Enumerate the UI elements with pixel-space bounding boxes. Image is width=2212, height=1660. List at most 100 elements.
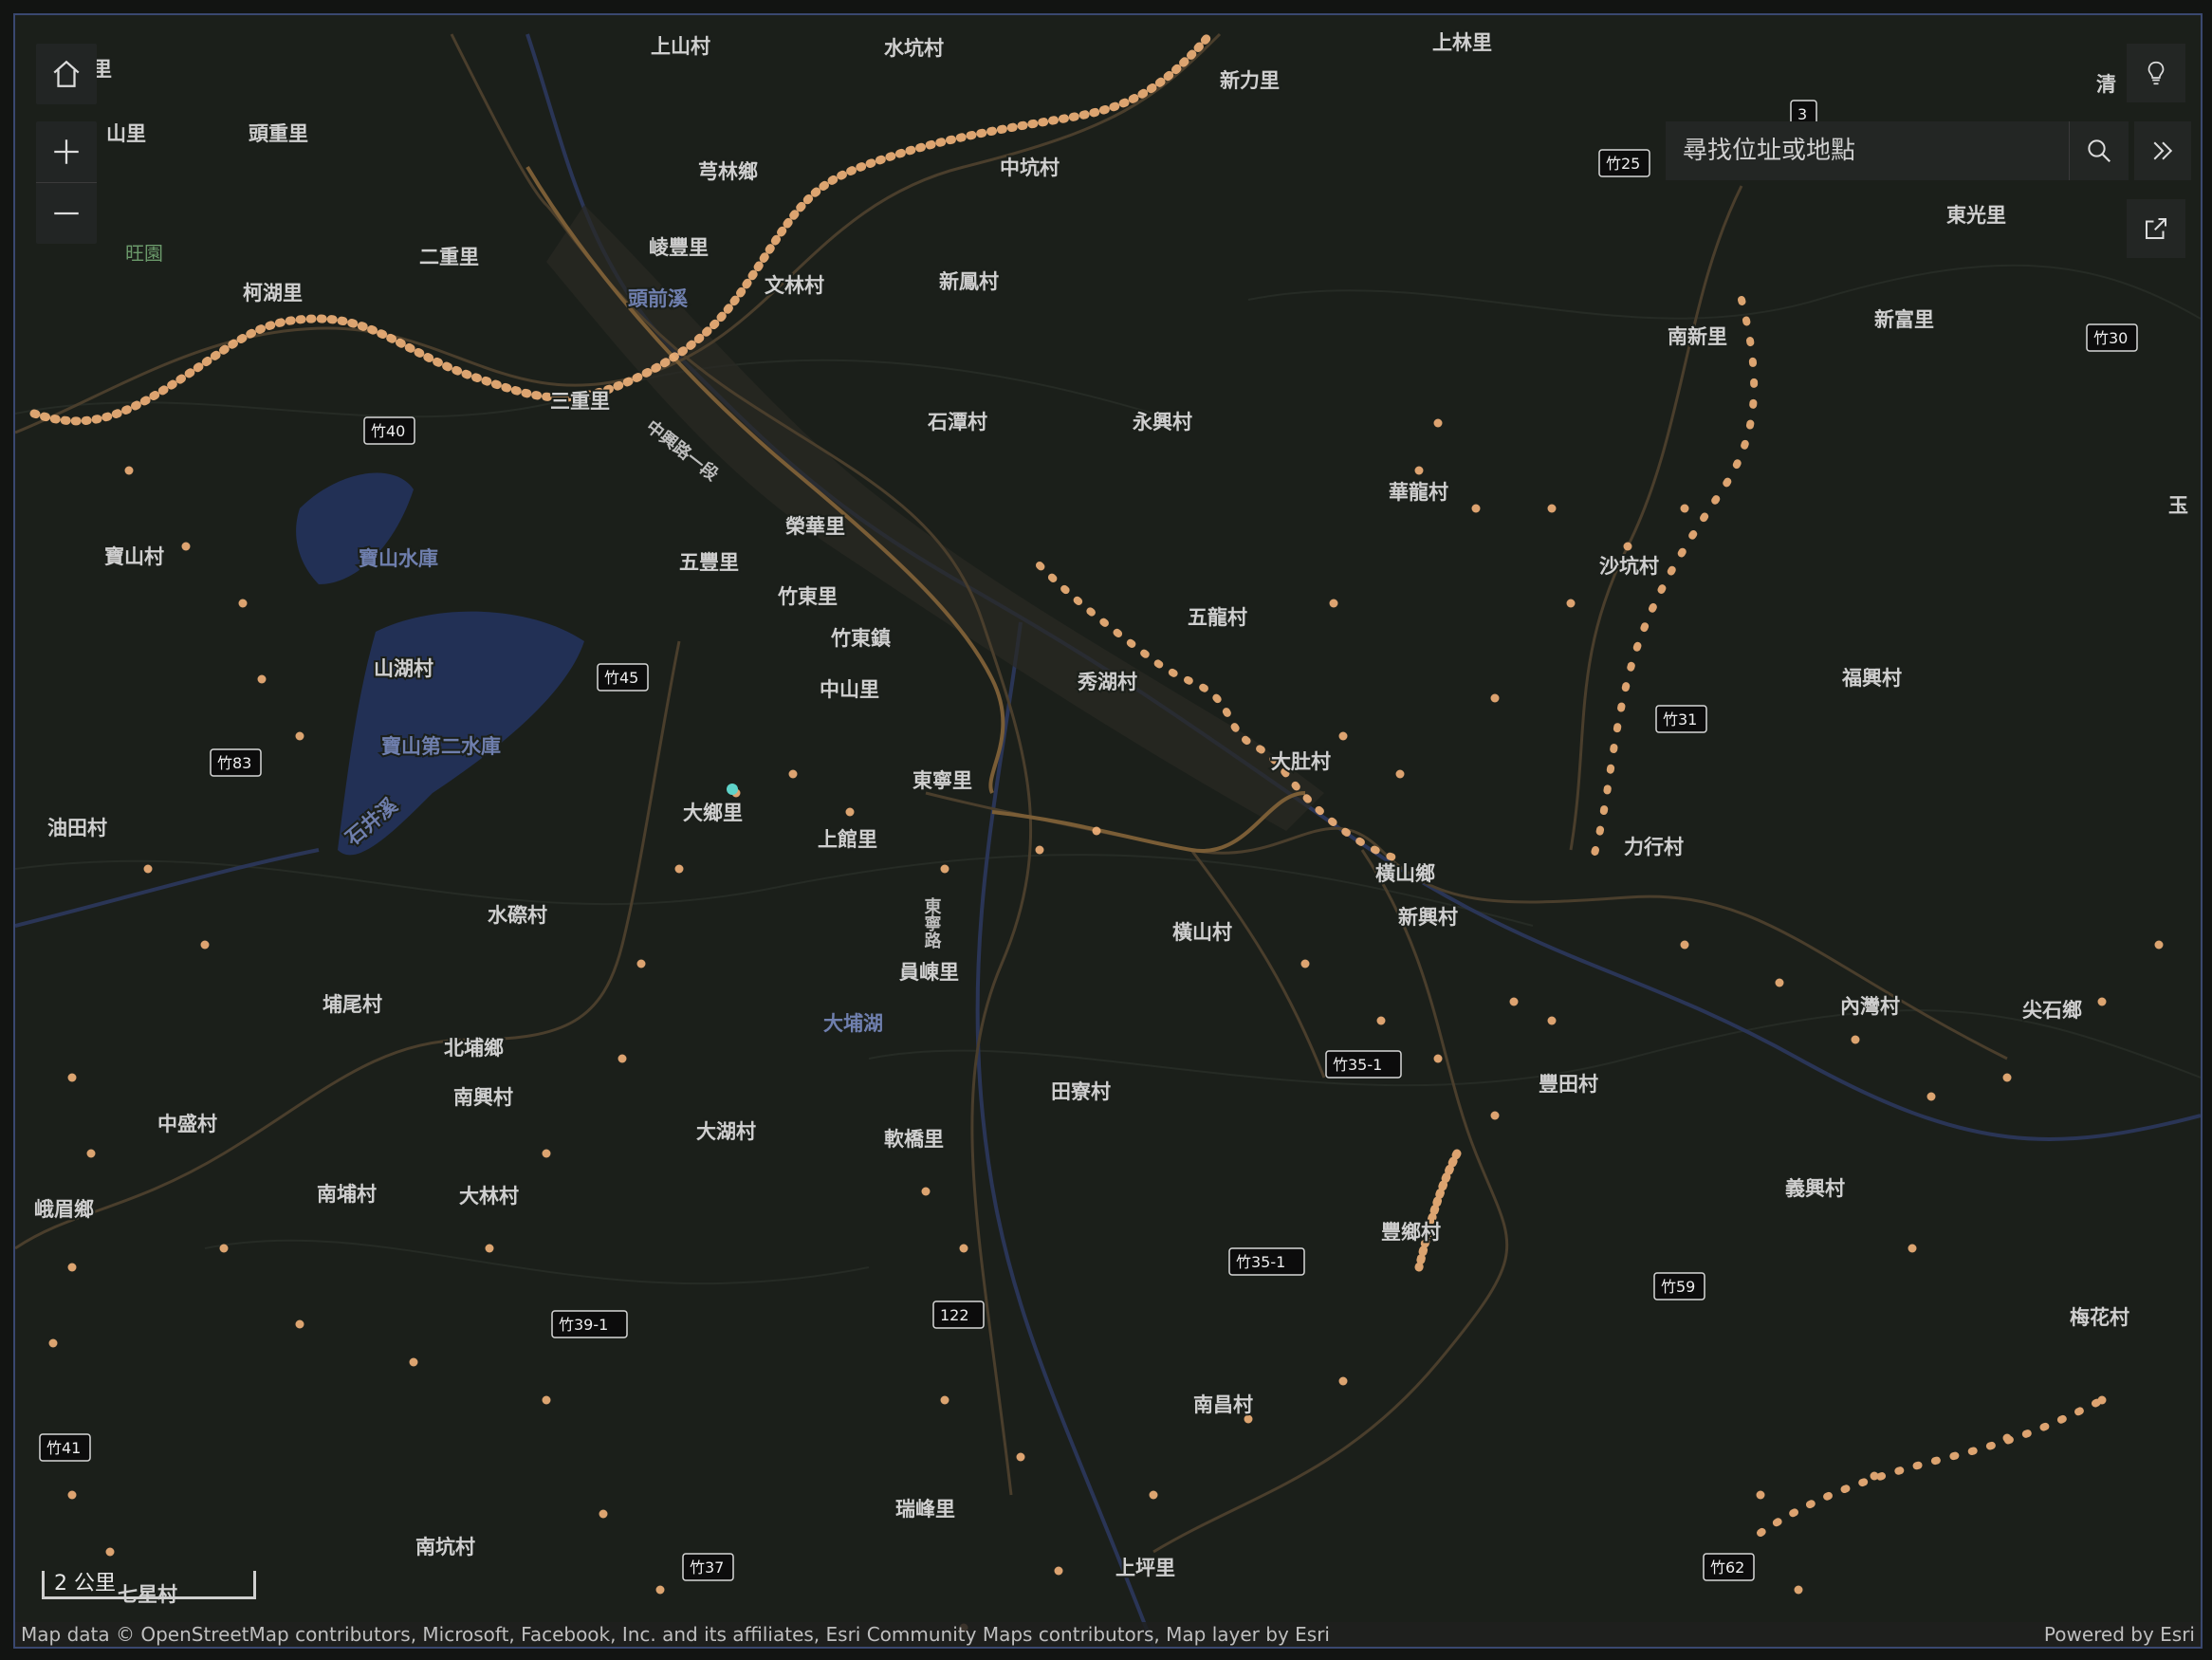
route-shield: 122 bbox=[932, 1300, 985, 1329]
home-button[interactable] bbox=[36, 44, 97, 104]
route-shield: 竹40 bbox=[363, 416, 415, 445]
data-point[interactable] bbox=[1035, 845, 1044, 855]
map-view[interactable]: 上山村 水坑村 新力里 上林里 頭重里 芎林鄉 中坑村 二重里 東光里 柯湖里 崚豐里 文林村 新鳳村新… bbox=[13, 13, 2203, 1649]
data-point[interactable] bbox=[124, 466, 134, 475]
data-point[interactable] bbox=[1490, 693, 1500, 703]
search-button[interactable] bbox=[2069, 121, 2129, 180]
data-point[interactable] bbox=[1851, 1035, 1860, 1044]
data-point[interactable] bbox=[295, 731, 304, 741]
zoom-out-button[interactable] bbox=[36, 183, 97, 244]
place-label: 崚豐里 bbox=[649, 236, 709, 259]
place-label: 華龍村 bbox=[1389, 481, 1448, 504]
data-point[interactable] bbox=[67, 1073, 77, 1082]
place-label: 南新里 bbox=[1668, 325, 1727, 348]
data-point[interactable] bbox=[257, 674, 267, 684]
data-point[interactable] bbox=[86, 1149, 96, 1158]
data-point[interactable] bbox=[940, 1395, 949, 1405]
zoom-in-button[interactable] bbox=[36, 121, 97, 182]
data-point[interactable] bbox=[1300, 959, 1310, 968]
attribution-text: Map data © OpenStreetMap contributors, M… bbox=[21, 1623, 1330, 1646]
data-point[interactable] bbox=[655, 1585, 665, 1595]
data-point[interactable] bbox=[674, 864, 684, 874]
data-point[interactable] bbox=[542, 1149, 551, 1158]
data-point[interactable] bbox=[1376, 1016, 1386, 1025]
basemap[interactable]: 上山村 水坑村新力里 上林里頭重里芎林鄉 中坑村二重里 東光里柯湖里 崚豐里文林村 新鳳村新… bbox=[15, 15, 2201, 1647]
data-point[interactable] bbox=[219, 1244, 229, 1253]
data-point[interactable] bbox=[2097, 997, 2107, 1006]
place-label: 員崠里 bbox=[898, 961, 959, 984]
data-point[interactable] bbox=[1149, 1490, 1158, 1500]
road-label: 東寧路 bbox=[922, 896, 942, 950]
place-label: 五豐里 bbox=[679, 551, 739, 574]
data-point[interactable] bbox=[1566, 599, 1576, 608]
data-point[interactable] bbox=[1338, 1376, 1348, 1386]
data-point[interactable] bbox=[618, 1054, 627, 1063]
data-point[interactable] bbox=[143, 864, 153, 874]
place-label: 中盛村 bbox=[157, 1113, 217, 1135]
lightbulb-button[interactable] bbox=[2127, 44, 2185, 102]
data-point[interactable] bbox=[1775, 978, 1784, 987]
share-button[interactable] bbox=[2127, 199, 2185, 258]
data-point[interactable] bbox=[1433, 418, 1443, 428]
data-point[interactable] bbox=[2097, 1395, 2107, 1405]
data-point[interactable] bbox=[1794, 1585, 1803, 1595]
data-point[interactable] bbox=[1471, 504, 1481, 513]
data-point[interactable] bbox=[1054, 1566, 1063, 1576]
data-point[interactable] bbox=[1433, 1054, 1443, 1063]
place-label: 上坪里 bbox=[1115, 1557, 1175, 1579]
data-point[interactable] bbox=[1908, 1244, 1917, 1253]
data-point[interactable] bbox=[1016, 1452, 1025, 1462]
data-point[interactable] bbox=[485, 1244, 494, 1253]
data-point[interactable] bbox=[1547, 504, 1557, 513]
powered-by-link[interactable]: Powered by Esri bbox=[2044, 1623, 2195, 1646]
selected-point[interactable] bbox=[727, 784, 738, 795]
place-label: 上山村 bbox=[651, 35, 710, 58]
data-point[interactable] bbox=[181, 542, 191, 551]
data-point[interactable] bbox=[1329, 599, 1338, 608]
data-point[interactable] bbox=[105, 1547, 115, 1557]
data-point[interactable] bbox=[959, 1244, 968, 1253]
data-point[interactable] bbox=[1092, 826, 1101, 836]
data-point[interactable] bbox=[940, 864, 949, 874]
data-point[interactable] bbox=[295, 1319, 304, 1329]
data-point[interactable] bbox=[2002, 1073, 2012, 1082]
data-point[interactable] bbox=[1926, 1092, 1936, 1101]
place-label: 義興村 bbox=[1785, 1177, 1845, 1200]
data-point[interactable] bbox=[845, 807, 855, 817]
data-point[interactable] bbox=[2002, 1433, 2012, 1443]
place-label: 水磜村 bbox=[488, 904, 547, 927]
data-point[interactable] bbox=[238, 599, 248, 608]
data-point[interactable] bbox=[1680, 504, 1689, 513]
route-shield-label: 竹41 bbox=[46, 1439, 81, 1457]
data-point[interactable] bbox=[636, 959, 646, 968]
water-label: 頭前溪 bbox=[628, 287, 689, 310]
place-label: 文林村 bbox=[765, 274, 824, 297]
data-point[interactable] bbox=[67, 1263, 77, 1272]
data-point[interactable] bbox=[921, 1187, 931, 1196]
data-point[interactable] bbox=[1490, 1111, 1500, 1120]
place-label: 北埔鄉 bbox=[444, 1037, 504, 1060]
data-point[interactable] bbox=[1547, 1016, 1557, 1025]
data-point[interactable] bbox=[1870, 1471, 1879, 1481]
data-point[interactable] bbox=[2154, 940, 2164, 950]
data-point[interactable] bbox=[1395, 769, 1405, 779]
expand-button[interactable] bbox=[2134, 121, 2191, 180]
data-point[interactable] bbox=[788, 769, 798, 779]
data-point[interactable] bbox=[48, 1338, 58, 1348]
data-point[interactable] bbox=[599, 1509, 608, 1519]
data-point[interactable] bbox=[1509, 997, 1519, 1006]
route-shield: 竹25 bbox=[1598, 149, 1650, 177]
data-point[interactable] bbox=[409, 1357, 418, 1367]
data-point[interactable] bbox=[1338, 731, 1348, 741]
data-point[interactable] bbox=[1756, 1490, 1765, 1500]
data-point[interactable] bbox=[542, 1395, 551, 1405]
scale-bar: 2 公里 bbox=[42, 1571, 256, 1599]
water-label: 寶山水庫 bbox=[359, 547, 438, 570]
data-point[interactable] bbox=[1414, 466, 1424, 475]
place-label: 大林村 bbox=[459, 1185, 519, 1208]
data-point[interactable] bbox=[200, 940, 210, 950]
data-point[interactable] bbox=[1680, 940, 1689, 950]
search-input[interactable] bbox=[1666, 120, 2069, 181]
data-point[interactable] bbox=[1623, 542, 1632, 551]
data-point[interactable] bbox=[67, 1490, 77, 1500]
